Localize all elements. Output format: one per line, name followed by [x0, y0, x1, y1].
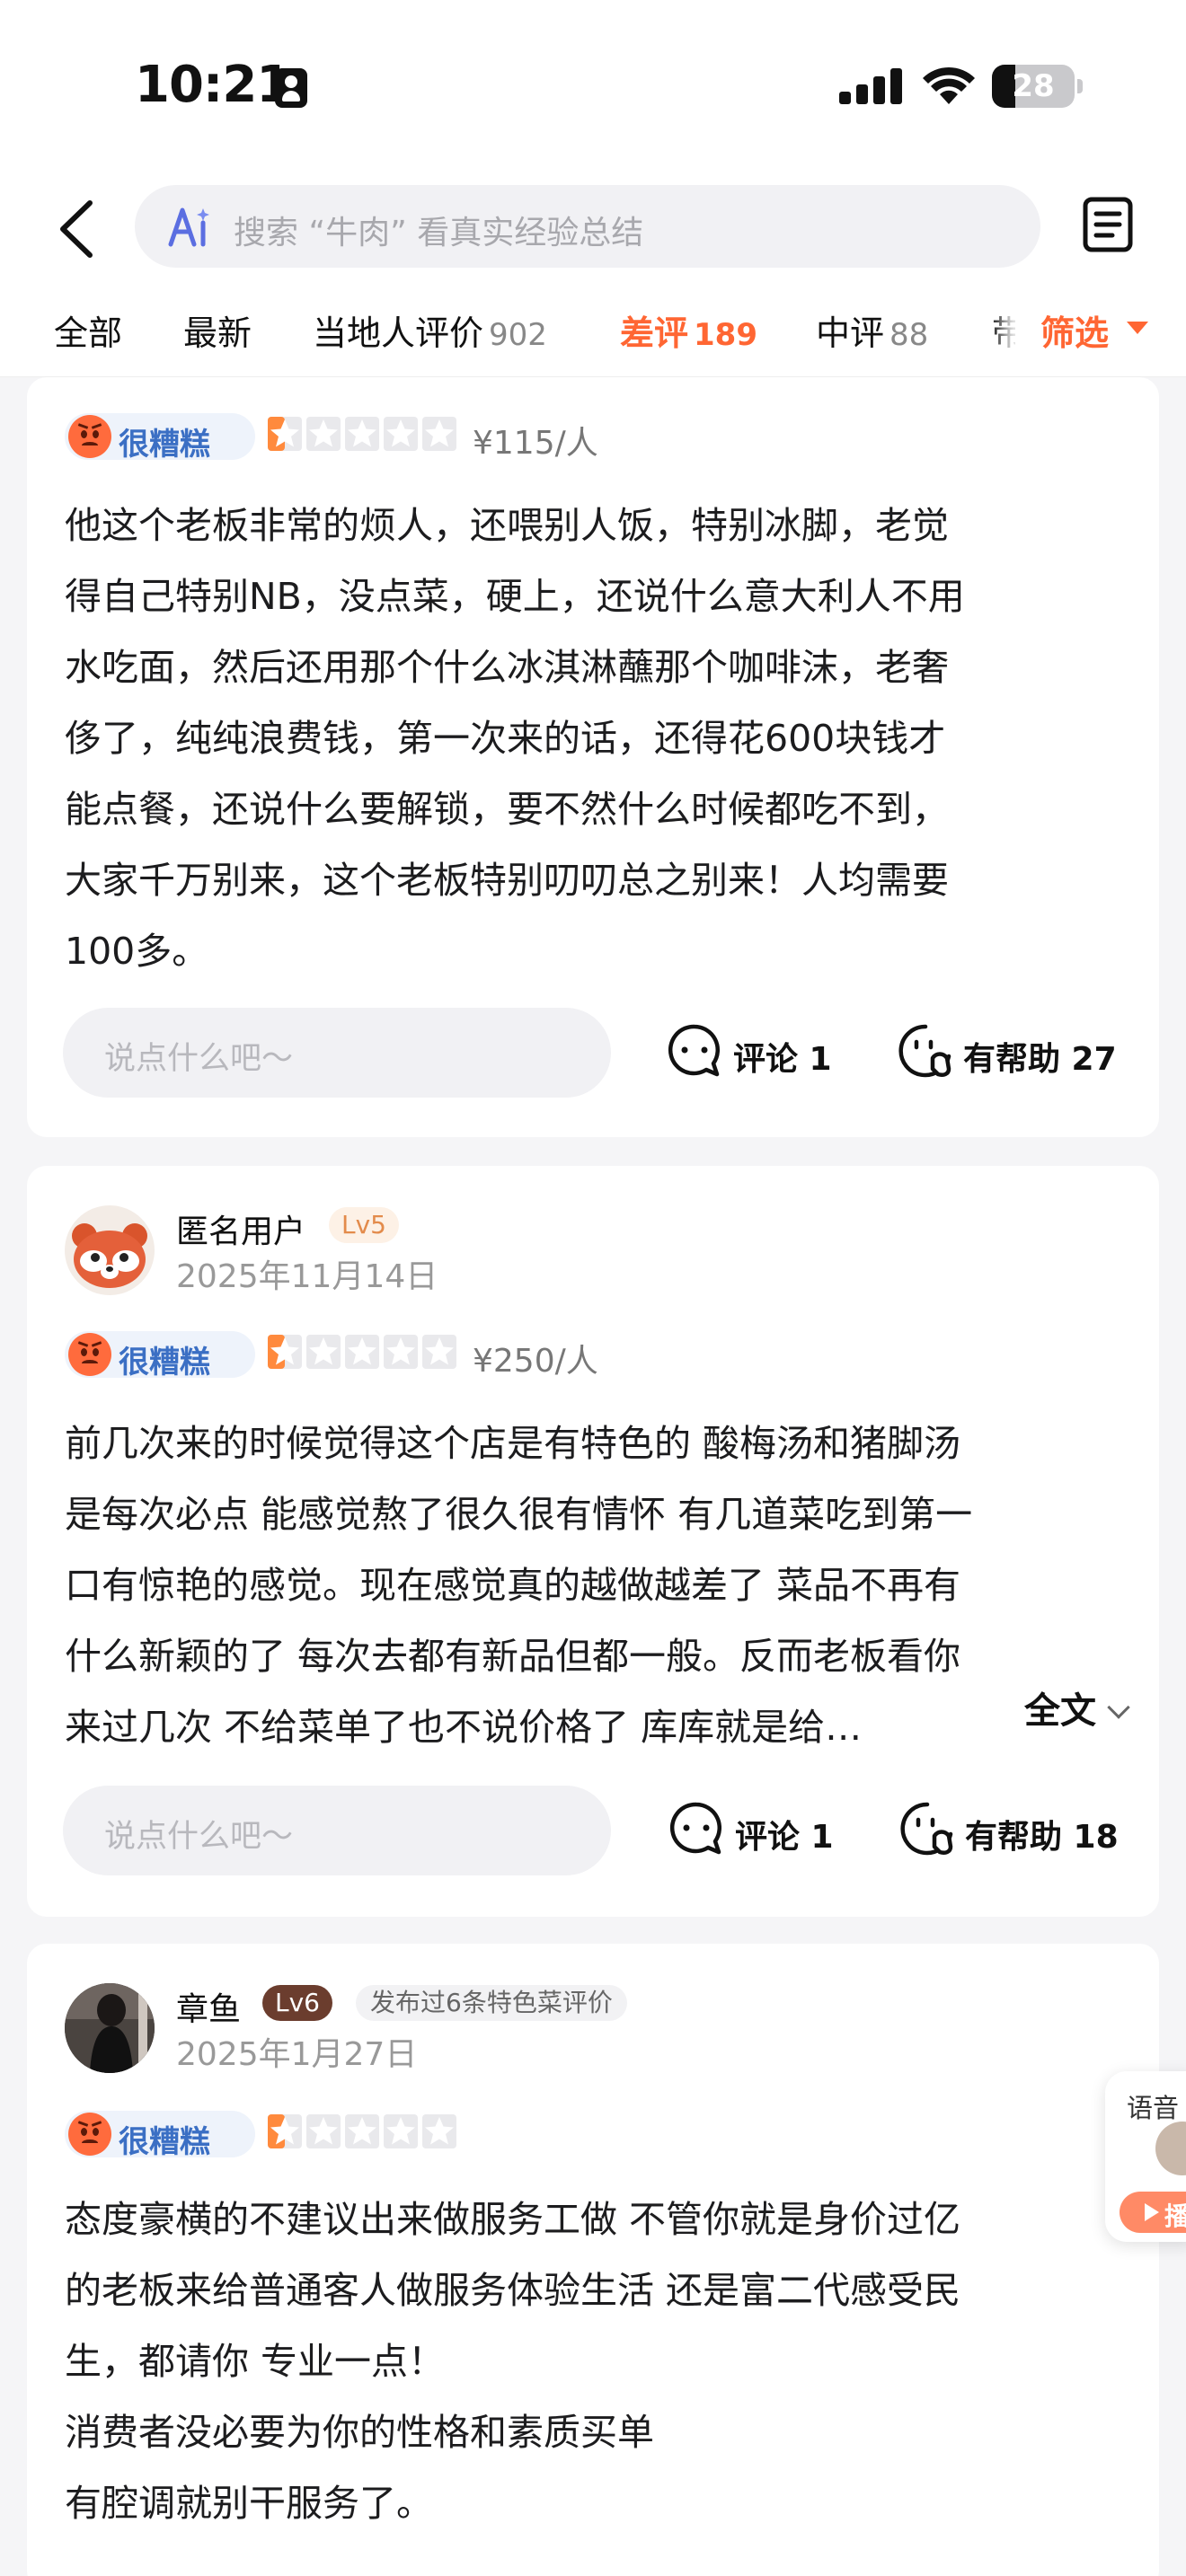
battery-tip — [1077, 79, 1083, 93]
price-per-person: ¥250/人 — [473, 1343, 598, 1380]
star-icon — [306, 417, 341, 451]
star-icon — [306, 2114, 341, 2148]
star-icon — [268, 2114, 302, 2148]
reviewer-achievement-badge: 发布过6条特色菜评价 — [356, 1985, 627, 2021]
review-text: 他这个老板非常的烦人，还喂别人饭，特别冰脚，老觉 得自己特别NB，没点菜，硬上，… — [65, 504, 965, 973]
price-per-person: ¥115/人 — [473, 425, 598, 462]
user-level-badge: Lv6 — [262, 1985, 332, 2021]
review-text: 态度豪横的不建议出来做服务工做 不管你就是身价过亿 的老板来给普通客人做服务体验… — [65, 2198, 961, 2525]
review-card: 章鱼 Lv6 发布过6条特色菜评价 2025年1月27日 很糟糕 态度豪横的不建… — [27, 1944, 1159, 2576]
comment-icon — [668, 1024, 721, 1077]
comment-count: 评论 1 — [733, 1041, 832, 1078]
tab-local-label: 当地人评价 — [313, 313, 484, 353]
tab-all[interactable]: 全部 — [54, 305, 122, 355]
comment-button[interactable]: 评论 1 — [668, 1800, 848, 1863]
star-icon — [345, 417, 379, 451]
full-text-label: 全文 — [1024, 1690, 1096, 1732]
comment-icon — [669, 1802, 722, 1855]
notes-icon[interactable] — [1082, 196, 1134, 253]
helpful-count: 有帮助 27 — [963, 1041, 1117, 1078]
review-date: 2025年1月27日 — [176, 2036, 418, 2073]
comment-input[interactable]: 说点什么吧～ — [63, 1008, 611, 1098]
focus-person-icon — [275, 68, 307, 108]
rating-badge: 很糟糕 — [65, 2111, 255, 2160]
username[interactable]: 匿名用户 — [176, 1205, 305, 1252]
angry-face-icon — [68, 1333, 111, 1376]
status-bar: 10:21 28 — [0, 0, 1186, 171]
review-card: 很糟糕 ¥115/人 他这个老板非常的烦人，还喂别人饭，特别冰脚，老觉 得自己特… — [27, 377, 1159, 1137]
full-text-button[interactable]: 全文 — [1024, 1681, 1130, 1734]
voice-play-button[interactable]: 播 — [1120, 2192, 1186, 2233]
rating-label: 很糟糕 — [119, 427, 210, 463]
tab-negative[interactable]: 差评 189 — [620, 305, 757, 355]
cellular-signal-icon — [839, 68, 902, 104]
star-icon — [384, 2114, 418, 2148]
star-icon — [345, 2114, 379, 2148]
comment-placeholder: 说点什么吧～ — [104, 1041, 294, 1077]
wifi-icon — [923, 66, 975, 104]
rating-label: 很糟糕 — [119, 2124, 210, 2160]
avatar-photo-image — [65, 1983, 155, 2073]
red-panda-avatar[interactable] — [65, 1205, 155, 1295]
tab-neutral[interactable]: 中评 88 — [816, 305, 928, 355]
review-text: 前几次来的时候觉得这个店是有特色的 酸梅汤和猪脚汤 是每次必点 能感觉熬了很久很… — [65, 1422, 973, 1678]
search-input[interactable]: 搜索 “牛肉” 看真实经验总结 — [135, 185, 1040, 268]
tab-neutral-label: 中评 — [816, 313, 885, 353]
tab-neutral-count: 88 — [890, 317, 929, 353]
search-placeholder: 搜索 “牛肉” 看真实经验总结 — [234, 215, 644, 251]
angry-face-icon — [68, 2113, 111, 2156]
battery-percent: 28 — [1012, 68, 1055, 104]
helpful-button[interactable]: 有帮助 18 — [898, 1800, 1132, 1863]
comment-button[interactable]: 评论 1 — [667, 1022, 846, 1085]
rating-badge: 很糟糕 — [65, 1331, 255, 1381]
tab-latest[interactable]: 最新 — [183, 305, 252, 355]
star-icon — [384, 1335, 418, 1369]
review-card: 匿名用户 Lv5 2025年11月14日 很糟糕 ¥250/人 前几次来的时候觉… — [27, 1166, 1159, 1917]
status-time: 10:21 — [135, 56, 291, 114]
chevron-down-icon — [1107, 1696, 1130, 1719]
tab-all-label: 全部 — [54, 313, 123, 353]
helpful-face-icon — [900, 1802, 953, 1856]
tab-negative-label: 差评 — [620, 313, 689, 353]
username[interactable]: 章鱼 — [176, 1983, 241, 2030]
star-icon — [345, 1335, 379, 1369]
ai-search-icon — [168, 207, 209, 247]
star-icon — [268, 417, 302, 451]
helpful-face-icon — [898, 1024, 951, 1078]
photo-avatar[interactable] — [65, 1983, 155, 2073]
voice-summary-widget[interactable]: 语音 播 — [1105, 2071, 1186, 2242]
caret-down-icon — [1127, 322, 1148, 334]
tab-local-reviews[interactable]: 当地人评价 902 — [313, 305, 547, 355]
star-icon — [422, 1335, 456, 1369]
star-icon — [268, 1335, 302, 1369]
user-level-badge: Lv5 — [329, 1207, 399, 1243]
star-icon — [422, 2114, 456, 2148]
helpful-button[interactable]: 有帮助 27 — [897, 1022, 1130, 1085]
review-filter-tabs: 全部 最新 当地人评价 902 差评 189 中评 88 带 筛选 — [0, 287, 1186, 377]
tab-negative-count: 189 — [694, 317, 757, 353]
helpful-count: 有帮助 18 — [965, 1819, 1119, 1856]
angry-face-icon — [68, 415, 111, 458]
star-icon — [384, 417, 418, 451]
comment-placeholder: 说点什么吧～ — [104, 1819, 294, 1855]
voice-play-label: 播 — [1164, 2201, 1186, 2231]
filter-label: 筛选 — [1040, 313, 1110, 353]
back-arrow-icon[interactable] — [50, 198, 104, 260]
review-text-truncated: 来过几次 不给菜单了也不说价格了 库库就是给… — [65, 1706, 863, 1749]
voice-label: 语音 — [1127, 2093, 1180, 2123]
tab-latest-label: 最新 — [183, 313, 252, 353]
review-date: 2025年11月14日 — [176, 1258, 438, 1295]
tab-local-count: 902 — [489, 317, 547, 353]
battery-icon: 28 — [992, 65, 1075, 108]
voice-host-avatar — [1155, 2122, 1186, 2175]
star-icon — [422, 417, 456, 451]
search-header: 搜索 “牛肉” 看真实经验总结 — [0, 171, 1186, 287]
rating-label: 很糟糕 — [119, 1345, 210, 1381]
rating-badge: 很糟糕 — [65, 413, 255, 463]
comment-input[interactable]: 说点什么吧～ — [63, 1786, 611, 1875]
comment-count: 评论 1 — [735, 1819, 834, 1856]
star-icon — [306, 1335, 341, 1369]
red-panda-image — [72, 1223, 147, 1288]
filter-button[interactable]: 筛选 — [1015, 287, 1186, 376]
